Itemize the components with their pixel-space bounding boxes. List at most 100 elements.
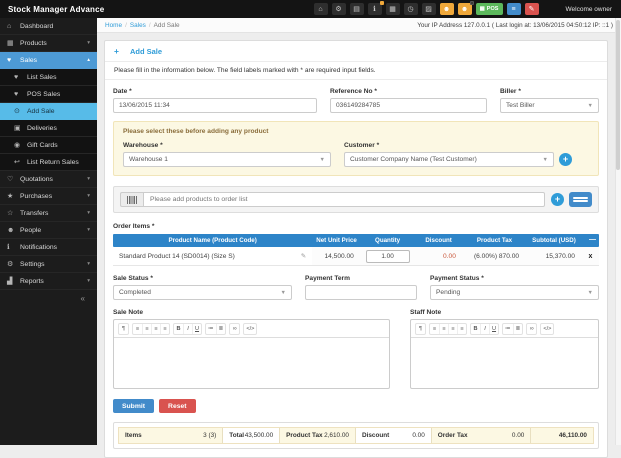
italic-icon[interactable]: I — [480, 323, 489, 334]
breadcrumb-sales[interactable]: Sales — [130, 22, 146, 29]
scrollbar-thumb[interactable] — [616, 20, 620, 170]
list-ol-icon[interactable]: ≣ — [215, 323, 226, 334]
sidebar-item-transfers[interactable]: ☆ Transfers ▾ — [0, 205, 97, 222]
col-subtotal: Subtotal (USD) — [532, 237, 576, 244]
submit-button[interactable]: Submit — [113, 399, 155, 413]
bar-chart-icon: ▟ — [7, 278, 13, 285]
align-right-icon[interactable]: ≡ — [448, 323, 457, 334]
reference-field[interactable] — [330, 98, 487, 113]
chevron-down-icon: ▼ — [542, 156, 548, 163]
sidebar-item-dashboard[interactable]: ⌂ Dashboard — [0, 18, 97, 35]
add-product-button[interactable]: + — [551, 193, 564, 206]
sidebar-item-deliveries[interactable]: ▣ Deliveries — [0, 120, 97, 137]
align-left-icon[interactable]: ≡ — [133, 324, 142, 334]
quantity-input[interactable] — [365, 249, 410, 263]
sidebar-collapse-button[interactable]: « — [0, 290, 97, 303]
sidebar-item-gift-cards[interactable]: ◉ Gift Cards — [0, 137, 97, 154]
link-icon[interactable]: ∞ — [527, 324, 536, 334]
code-icon[interactable]: </> — [244, 324, 256, 334]
user-avatar[interactable] — [546, 3, 559, 15]
list-icon[interactable]: ≡ — [506, 3, 521, 15]
add-customer-button[interactable]: + — [559, 153, 572, 166]
pos-button[interactable]: ▦ POS — [475, 3, 503, 15]
reset-button[interactable]: Reset — [159, 399, 196, 413]
staff-note-textarea[interactable] — [411, 338, 598, 388]
sidebar-item-sales[interactable]: ♥ Sales ▴ — [0, 52, 97, 69]
barcode-addon — [120, 192, 143, 207]
product-search-input[interactable] — [143, 192, 545, 207]
payment-status-select[interactable]: Pending ▼ — [430, 285, 599, 300]
sidebar-item-list-sales[interactable]: ♥ List Sales — [0, 69, 97, 86]
edit-icon[interactable]: ✎ — [301, 252, 306, 260]
star-outline-icon: ☆ — [7, 210, 14, 217]
star-icon: ★ — [7, 193, 14, 200]
code-icon[interactable]: </> — [541, 324, 553, 334]
align-left-icon[interactable]: ≡ — [430, 324, 439, 334]
bold-icon[interactable]: B — [174, 324, 183, 334]
user-plus-icon[interactable]: ☻ — [457, 1, 474, 15]
sale-status-select[interactable]: Completed ▼ — [113, 285, 292, 300]
sidebar-item-pos-sales[interactable]: ♥ POS Sales — [0, 86, 97, 103]
underline-icon[interactable]: U — [192, 323, 201, 334]
align-center-icon[interactable]: ≡ — [142, 323, 151, 334]
list-ul-icon[interactable]: ≔ — [206, 324, 216, 334]
link-icon[interactable]: ∞ — [230, 324, 239, 334]
welcome-user-menu[interactable]: Welcome owner — [566, 6, 616, 13]
pencil-icon[interactable]: ✎ — [524, 3, 539, 15]
main-area: Home / Sales / Add Sale Your IP Address … — [97, 18, 621, 458]
underline-icon[interactable]: U — [489, 323, 498, 334]
totals-total-value: 43,500.00 — [244, 432, 274, 439]
payment-term-field[interactable] — [305, 285, 417, 300]
info-icon[interactable]: ℹ — [367, 1, 384, 15]
list-ul-icon[interactable]: ≔ — [503, 324, 513, 334]
sidebar-item-settings[interactable]: ⚙ Settings ▾ — [0, 256, 97, 273]
sidebar-item-purchases[interactable]: ★ Purchases ▾ — [0, 188, 97, 205]
chevron-down-icon: ▼ — [280, 289, 286, 296]
sidebar-item-quotations[interactable]: ♡ Quotations ▾ — [0, 171, 97, 188]
italic-icon[interactable]: I — [183, 323, 192, 334]
sidebar-item-people[interactable]: ☻ People ▾ — [0, 222, 97, 239]
chevron-up-icon: ▴ — [87, 57, 90, 63]
unit-price: 14,500.00 — [324, 252, 354, 260]
align-right-icon[interactable]: ≡ — [151, 323, 160, 334]
notice-text: Please select these before adding any pr… — [123, 128, 269, 135]
product-search-bar: + — [113, 186, 599, 213]
sidebar-item-products[interactable]: ▦ Products ▾ — [0, 35, 97, 52]
align-justify-icon[interactable]: ≡ — [160, 323, 169, 334]
home-icon[interactable]: ⌂ — [313, 3, 328, 15]
sidebar-item-list-return-sales[interactable]: ↩ List Return Sales — [0, 154, 97, 171]
warehouse-label: Warehouse * — [123, 142, 163, 149]
breadcrumb-home[interactable]: Home — [105, 22, 122, 29]
sale-note-textarea[interactable] — [114, 338, 389, 388]
remove-item-button[interactable]: x — [582, 253, 599, 260]
sidebar-item-add-sale[interactable]: ⊙ Add Sale — [0, 103, 97, 120]
heart-icon: ♥ — [14, 90, 19, 98]
totals-discount-label: Discount — [361, 432, 390, 439]
keyboard-icon[interactable] — [569, 192, 592, 207]
warehouse-select[interactable]: Warehouse 1 ▼ — [123, 152, 331, 167]
sidebar-item-reports[interactable]: ▟ Reports ▾ — [0, 273, 97, 290]
align-center-icon[interactable]: ≡ — [439, 323, 448, 334]
plus-icon: + — [114, 46, 119, 56]
list-ol-icon[interactable]: ≣ — [512, 323, 523, 334]
sidebar: ⌂ Dashboard ▦ Products ▾ ♥ Sales ▴ ♥ List Sale… — [0, 18, 97, 445]
panel-description: Please fill in the information below. Th… — [105, 62, 607, 80]
paragraph-icon[interactable]: ¶ — [416, 324, 425, 334]
calendar-icon[interactable]: ▦ — [385, 3, 400, 15]
totals-items-label: Items — [125, 432, 142, 439]
date-field[interactable] — [113, 98, 317, 113]
biller-select[interactable]: Test Biller ▼ — [500, 98, 599, 113]
sale-note-editor: ¶ ≡ ≡ ≡ ≡ B I U ≔ ≣ ∞ </> — [113, 319, 390, 389]
scrollbar-track[interactable] — [615, 18, 621, 445]
calculator-icon[interactable]: ▤ — [349, 3, 364, 15]
cogs-icon[interactable]: ⚙ — [331, 3, 346, 15]
bold-icon[interactable]: B — [471, 324, 480, 334]
customer-select[interactable]: Customer Company Name (Test Customer) ▼ — [344, 152, 554, 167]
image-icon[interactable]: ▨ — [421, 3, 436, 15]
pos-label: POS — [486, 6, 499, 12]
clock-icon[interactable]: ◷ — [403, 3, 418, 15]
align-justify-icon[interactable]: ≡ — [457, 323, 466, 334]
sidebar-item-notifications[interactable]: ℹ Notifications — [0, 239, 97, 256]
paragraph-icon[interactable]: ¶ — [119, 324, 128, 334]
user-icon[interactable]: ☻ — [439, 3, 454, 15]
